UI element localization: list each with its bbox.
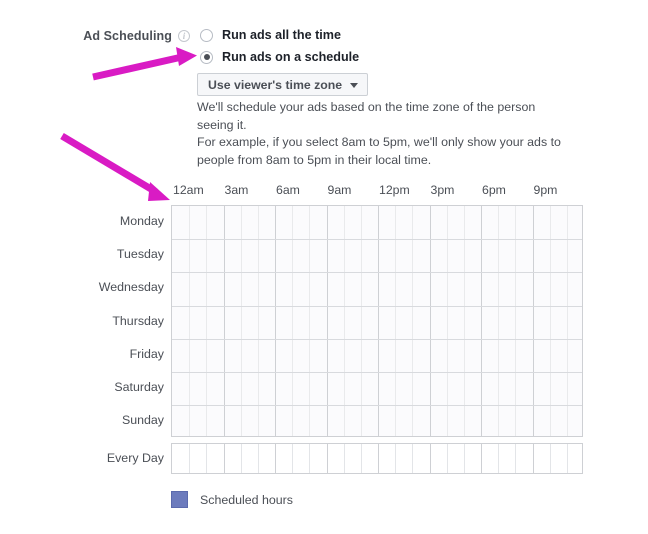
grid-hour-line — [224, 444, 225, 473]
ad-scheduling-panel: Ad Scheduling i Run ads all the time Run… — [0, 0, 648, 534]
radio-label-all-the-time: Run ads all the time — [222, 28, 341, 42]
grid-hour-line — [344, 206, 345, 437]
grid-hour-line — [464, 444, 465, 473]
grid-hour-line — [189, 444, 190, 473]
grid-hour-line — [481, 444, 482, 473]
legend-label-scheduled-hours: Scheduled hours — [200, 492, 293, 507]
grid-major-line — [533, 206, 534, 437]
description-line-4: people from 8am to 5pm in their local ti… — [197, 152, 432, 167]
grid-major-line — [327, 206, 328, 437]
grid-hour-line — [327, 444, 328, 473]
grid-major-line — [224, 206, 225, 437]
grid-major-line — [275, 206, 276, 437]
radio-option-run-ads-on-a-schedule[interactable]: Run ads on a schedule — [200, 50, 359, 64]
time-axis-tick: 6am — [276, 183, 300, 197]
schedule-grid[interactable] — [171, 205, 583, 438]
time-axis-tick: 9am — [327, 183, 352, 197]
grid-hour-line — [395, 206, 396, 437]
grid-hour-line — [515, 444, 516, 473]
schedule-day-label: Wednesday — [98, 280, 164, 295]
schedule-day-labels: Monday Tuesday Wednesday Thursday Friday Satu… — [40, 205, 164, 437]
description-line-2: seeing it. — [197, 117, 247, 132]
arrow-to-schedule-radio — [92, 47, 197, 81]
grid-hour-line — [292, 444, 293, 473]
radio-icon-on-a-schedule[interactable] — [200, 50, 213, 64]
grid-hour-line — [515, 206, 516, 437]
schedule-day-label: Friday — [129, 346, 164, 361]
schedule-day-label: Thursday — [112, 313, 164, 328]
schedule-legend: Scheduled hours — [171, 491, 293, 508]
schedule-grid-every-day[interactable] — [171, 443, 583, 474]
page-title: Ad Scheduling — [83, 29, 172, 43]
grid-hour-line — [361, 444, 362, 473]
time-axis-tick: 3am — [224, 183, 249, 197]
grid-hour-line — [567, 206, 568, 437]
grid-hour-line — [533, 444, 534, 473]
schedule-every-day-label: Every Day — [106, 451, 164, 465]
grid-hour-line — [241, 444, 242, 473]
grid-hour-line — [258, 444, 259, 473]
schedule-time-axis: 12am 3am 6am 9am 12pm 3pm 6pm 9pm — [171, 183, 583, 199]
grid-hour-line — [189, 206, 190, 437]
schedule-day-label: Sunday — [121, 413, 164, 428]
grid-hour-line — [309, 444, 310, 473]
grid-row-line — [172, 306, 582, 307]
grid-row-line — [172, 239, 582, 240]
grid-hour-line — [206, 206, 207, 437]
grid-hour-line — [206, 444, 207, 473]
grid-hour-line — [447, 206, 448, 437]
grid-hour-line — [412, 444, 413, 473]
grid-hour-line — [447, 444, 448, 473]
description-line-1: We'll schedule your ads based on the tim… — [197, 100, 536, 114]
grid-row-line — [172, 339, 582, 340]
grid-major-line — [481, 206, 482, 437]
time-axis-tick: 9pm — [533, 183, 558, 197]
arrow-to-schedule-grid — [60, 132, 170, 201]
grid-row-line — [172, 405, 582, 406]
timezone-dropdown-value: Use viewer's time zone — [208, 77, 343, 92]
grid-row-line — [172, 372, 582, 373]
time-axis-tick: 3pm — [430, 183, 455, 197]
grid-hour-line — [550, 444, 551, 473]
time-axis-tick: 12pm — [379, 183, 410, 197]
info-icon[interactable]: i — [178, 30, 190, 42]
grid-major-line — [378, 206, 379, 437]
grid-hour-line — [378, 444, 379, 473]
grid-hour-line — [464, 206, 465, 437]
schedule-day-label: Saturday — [114, 379, 164, 394]
grid-hour-line — [361, 206, 362, 437]
description-line-3: For example, if you select 8am to 5pm, w… — [197, 135, 561, 150]
grid-hour-line — [275, 444, 276, 473]
radio-icon-all-the-time[interactable] — [200, 28, 213, 42]
legend-swatch-scheduled-hours — [171, 491, 188, 508]
grid-hour-line — [498, 444, 499, 473]
time-axis-tick: 6pm — [482, 183, 506, 197]
schedule-description: We'll schedule your ads based on the tim… — [197, 99, 589, 169]
grid-row-line — [172, 272, 582, 273]
grid-hour-line — [309, 206, 310, 437]
grid-hour-line — [498, 206, 499, 437]
schedule-day-label: Monday — [119, 214, 164, 228]
grid-hour-line — [567, 444, 568, 473]
schedule-day-label: Tuesday — [116, 247, 164, 262]
timezone-dropdown[interactable]: Use viewer's time zone — [197, 73, 369, 96]
grid-hour-line — [412, 206, 413, 437]
radio-option-run-ads-all-the-time[interactable]: Run ads all the time — [200, 28, 341, 42]
radio-label-on-a-schedule: Run ads on a schedule — [222, 50, 360, 64]
chevron-down-icon — [350, 82, 359, 88]
grid-hour-line — [292, 206, 293, 437]
grid-hour-line — [550, 206, 551, 437]
time-axis-tick: 12am — [173, 183, 204, 197]
grid-major-line — [430, 206, 431, 437]
grid-hour-line — [395, 444, 396, 473]
grid-hour-line — [344, 444, 345, 473]
grid-hour-line — [430, 444, 431, 473]
grid-hour-line — [258, 206, 259, 437]
grid-hour-line — [241, 206, 242, 437]
